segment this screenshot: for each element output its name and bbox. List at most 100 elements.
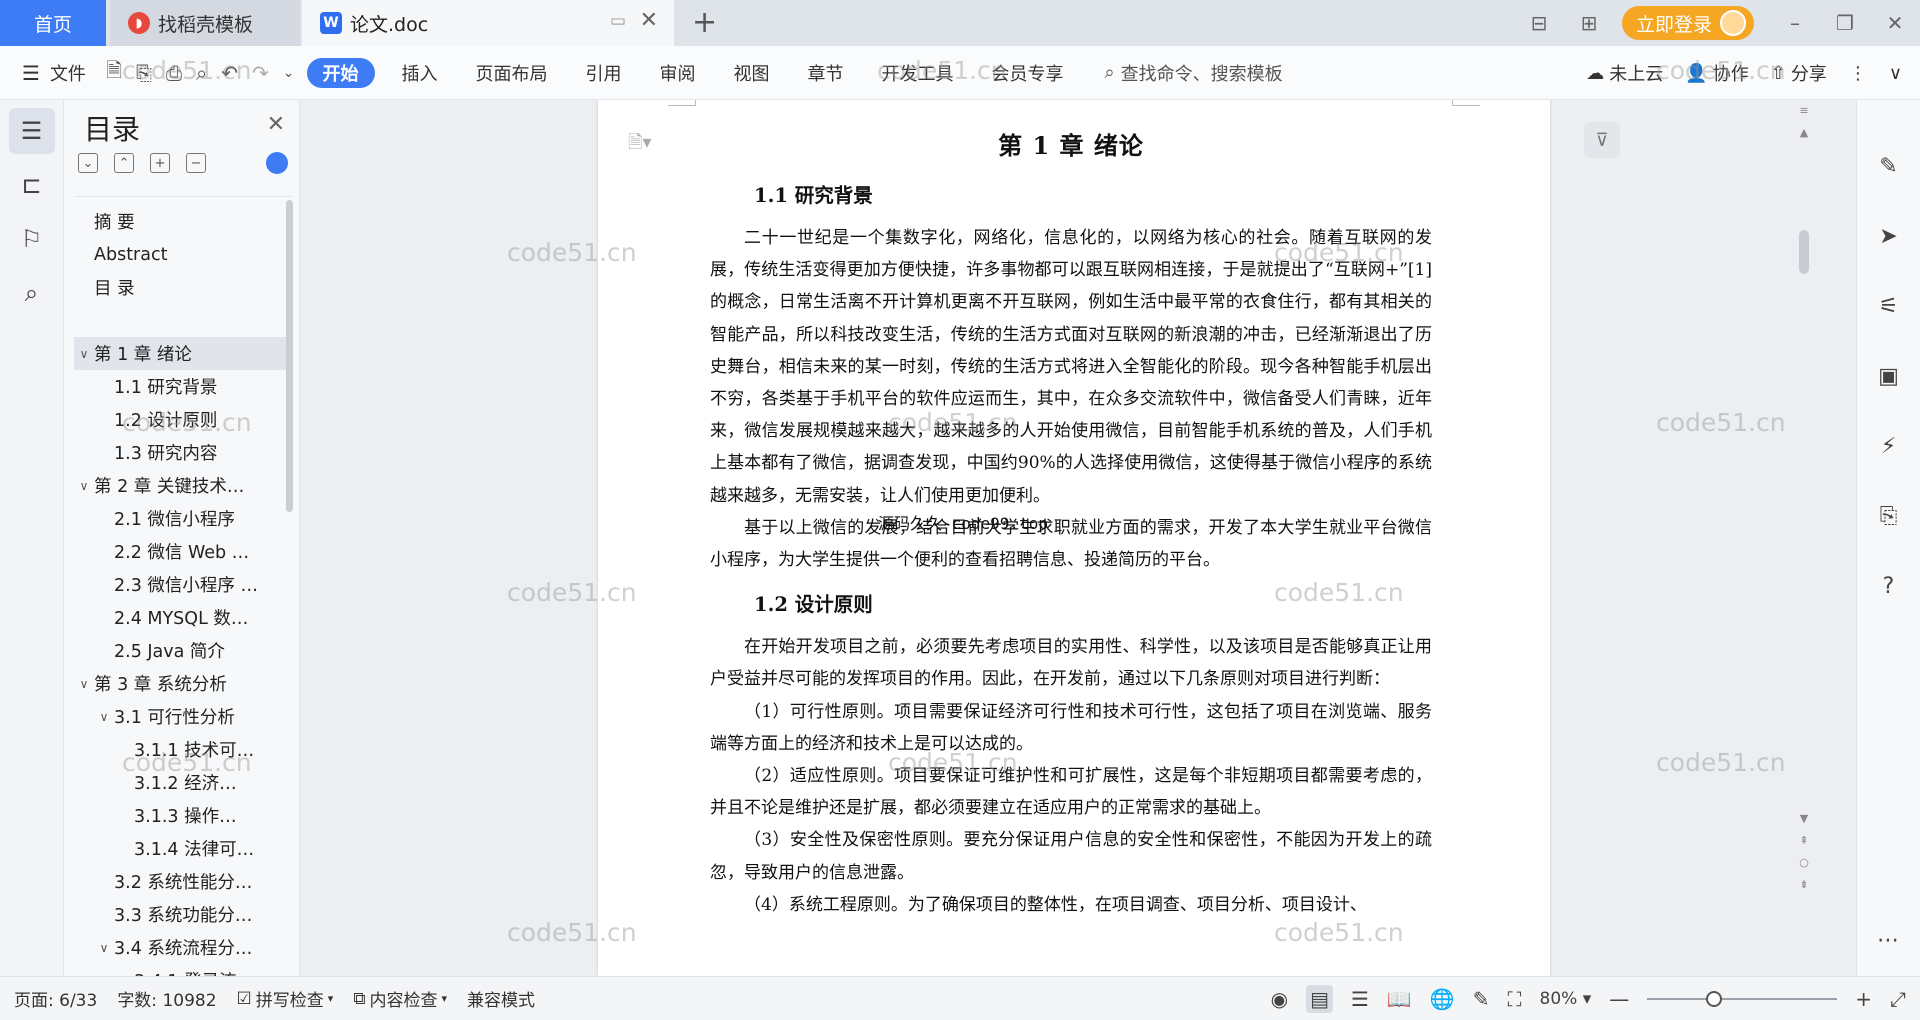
toc-item[interactable]: 2.3 微信小程序 … [74, 568, 292, 601]
toc-item[interactable]: ∨ 3.1 可行性分析 [74, 700, 292, 733]
fullscreen-icon[interactable]: ⤢ [1890, 987, 1906, 1011]
write-mode-icon[interactable]: ✎ [1473, 987, 1490, 1011]
new-tab-button[interactable]: + [692, 5, 717, 40]
toc-item[interactable]: 1.2 设计原则 [74, 403, 292, 436]
smart-toc-toggle-icon[interactable] [266, 152, 288, 174]
redo-icon[interactable]: ↷ [252, 61, 269, 85]
navigation-icon[interactable]: ⊏ [9, 162, 55, 208]
find-icon[interactable]: ⌕ [9, 270, 55, 316]
tab-view[interactable]: 视图 [715, 58, 789, 88]
toc-item[interactable]: 3.4.1 登录流… [74, 964, 292, 976]
next-page-icon[interactable]: ⇟ [1796, 878, 1812, 891]
toc-item[interactable]: ∨ 第 2 章 关键技术… [74, 469, 292, 502]
collab-button[interactable]: 👤 协作 [1685, 60, 1748, 86]
scroll-down-icon[interactable]: ▼ [1796, 812, 1812, 825]
prev-page-icon[interactable]: ⇞ [1796, 834, 1812, 847]
toc-item[interactable]: 1.3 研究内容 [74, 436, 292, 469]
tab-daoke-templates[interactable]: ◗ 找稻壳模板 [110, 0, 300, 46]
toc-item[interactable]: 3.1.1 技术可… [74, 733, 292, 766]
share-button[interactable]: ⇧ 分享 [1771, 60, 1827, 86]
image-tools-icon[interactable]: ▣ [1869, 356, 1909, 396]
zoom-slider[interactable] [1647, 989, 1838, 1009]
scroll-top-icon[interactable]: ≡ [1796, 104, 1812, 117]
toc-item[interactable]: 3.1.2 经济… [74, 766, 292, 799]
close-tab-icon[interactable]: ✕ [640, 8, 658, 33]
toc-item[interactable]: 3.2 系统性能分… [74, 865, 292, 898]
toc-item[interactable] [74, 304, 292, 337]
ai-assistant-icon[interactable]: ⚡ [1869, 426, 1909, 466]
toc-item[interactable]: 目 录 [74, 271, 292, 304]
fit-page-icon[interactable]: ⛶ [1508, 987, 1522, 1011]
collapse-panel-icon[interactable]: ⊽ [1584, 122, 1620, 158]
export-pdf-icon[interactable]: ⎘ [136, 61, 152, 85]
toc-item[interactable]: 2.2 微信 Web … [74, 535, 292, 568]
reading-view-icon[interactable]: 📖 [1387, 987, 1412, 1011]
adjust-sliders-icon[interactable]: ⚟ [1869, 286, 1909, 326]
print-preview-icon[interactable]: ⌕ [196, 61, 207, 85]
vertical-scrollbar[interactable]: ≡ ▲ ▼ ⇞ ○ ⇟ [1796, 100, 1812, 976]
remove-heading-icon[interactable]: − [186, 153, 206, 173]
tab-start[interactable]: 开始 [306, 57, 375, 88]
expand-toggle-icon[interactable]: ∨ [94, 710, 114, 724]
undo-icon[interactable]: ↶ [221, 61, 238, 85]
scroll-up-icon[interactable]: ▲ [1796, 126, 1812, 139]
zoom-in-icon[interactable]: + [1855, 987, 1872, 1011]
word-count[interactable]: 字数: 10982 [107, 986, 226, 1011]
expand-toggle-icon[interactable]: ∨ [94, 941, 114, 955]
toc-item[interactable]: 2.5 Java 简介 [74, 634, 292, 667]
toc-item[interactable]: ∨ 第 1 章 绪论 [74, 337, 292, 370]
page-options-icon[interactable]: 🗎▾ [628, 130, 652, 160]
toc-item[interactable]: ∨ 第 3 章 系统分析 [74, 667, 292, 700]
apps-grid-icon[interactable]: ⊞ [1564, 11, 1614, 35]
toc-item[interactable]: 1.1 研究背景 [74, 370, 292, 403]
tab-home[interactable]: 首页 [0, 0, 106, 46]
toc-item[interactable]: 3.3 系统功能分… [74, 898, 292, 931]
collapse-all-icon[interactable]: ⌃ [114, 153, 134, 173]
tab-chapter[interactable]: 章节 [789, 58, 863, 88]
scrollbar-thumb[interactable] [1799, 230, 1809, 274]
customize-dropdown-icon[interactable]: ⌄ [283, 65, 295, 81]
page-indicator[interactable]: 页面: 6/33 [0, 986, 107, 1011]
toc-item[interactable]: 3.1.4 法律可… [74, 832, 292, 865]
pen-icon[interactable]: ✎ [1869, 146, 1909, 186]
print-icon[interactable]: ⎙ [166, 61, 182, 85]
zoom-out-icon[interactable]: — [1609, 987, 1629, 1011]
tab-page-layout[interactable]: 页面布局 [457, 58, 567, 88]
expand-toggle-icon[interactable]: ∨ [74, 479, 94, 493]
spell-check-button[interactable]: ☑ 拼写检查 ▾ [227, 986, 344, 1012]
outline-view-icon[interactable]: ☰ [1351, 987, 1369, 1011]
tab-insert[interactable]: 插入 [383, 58, 457, 88]
close-icon[interactable]: ✕ [267, 112, 285, 137]
restore-icon[interactable]: ❐ [1820, 11, 1870, 35]
toc-item[interactable]: 2.1 微信小程序 [74, 502, 292, 535]
doc-review-icon[interactable]: ⎘ [1869, 496, 1909, 536]
toc-item[interactable]: 2.4 MYSQL 数… [74, 601, 292, 634]
select-browse-icon[interactable]: ○ [1796, 856, 1812, 869]
toc-item[interactable]: 摘 要 [74, 205, 292, 238]
expand-toggle-icon[interactable]: ∨ [74, 347, 94, 361]
toc-item[interactable]: ∨ 3.4 系统流程分… [74, 931, 292, 964]
save-icon[interactable]: 🗎 [106, 56, 122, 90]
select-cursor-icon[interactable]: ➤ [1869, 216, 1909, 256]
layout-icon[interactable]: ⊟ [1514, 11, 1564, 35]
file-menu-button[interactable]: ☰ 文件 [0, 60, 106, 86]
zoom-slider-handle[interactable] [1706, 991, 1723, 1007]
tab-references[interactable]: 引用 [567, 58, 641, 88]
toc-item[interactable]: 3.1.3 操作… [74, 799, 292, 832]
toc-item[interactable]: Abstract [74, 238, 292, 271]
login-button[interactable]: 立即登录 [1621, 6, 1754, 40]
minimize-icon[interactable]: – [1770, 11, 1820, 35]
tab-membership[interactable]: 会员专享 [973, 58, 1083, 88]
document-body[interactable]: 第 1 章 绪论 1.1 研究背景 二十一世纪是一个集数字化，网络化，信息化的，… [710, 120, 1432, 921]
page-view-icon[interactable]: ▤ [1306, 985, 1333, 1013]
command-search[interactable]: ⌕ 查找命令、搜索模板 [1105, 60, 1283, 86]
cloud-status-button[interactable]: ☁ 未上云 [1586, 60, 1663, 86]
bookmark-icon[interactable]: ⚐ [9, 216, 55, 262]
toc-scrollbar[interactable] [286, 200, 293, 512]
more-icon[interactable]: ⋮ [1849, 63, 1867, 84]
add-heading-icon[interactable]: + [150, 153, 170, 173]
zoom-level[interactable]: 80% ▾ [1540, 989, 1592, 1009]
tab-document[interactable]: W 论文.doc ▭ ✕ [302, 0, 674, 46]
help-icon[interactable]: ? [1869, 566, 1909, 606]
eye-protection-icon[interactable]: ◉ [1271, 987, 1288, 1011]
